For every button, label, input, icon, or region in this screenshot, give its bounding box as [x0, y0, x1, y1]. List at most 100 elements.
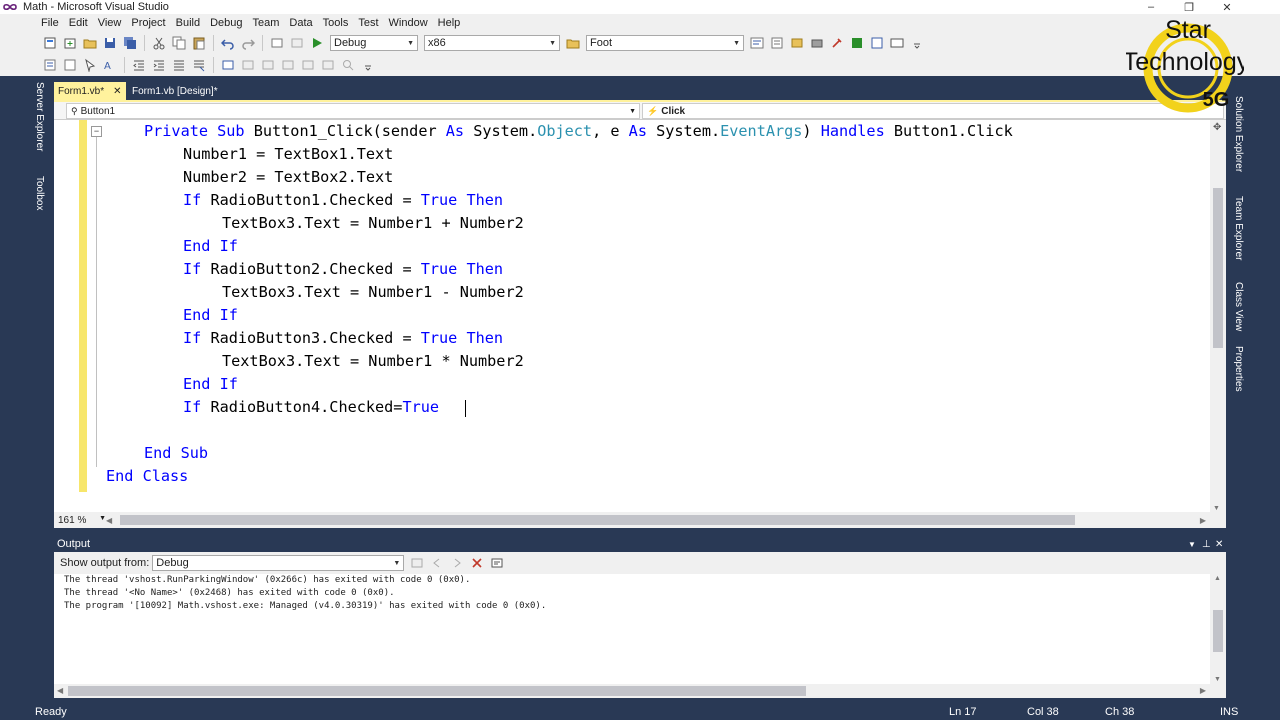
solution-configuration-select[interactable]: Debug ▼	[330, 35, 418, 51]
chevron-down-icon: ▼	[733, 39, 740, 47]
save-all-icon[interactable]	[122, 35, 138, 51]
increase-indent-icon[interactable]	[151, 57, 167, 73]
team-explorer-tab[interactable]: Team Explorer	[1233, 196, 1244, 263]
visual-studio-logo-icon	[3, 2, 19, 12]
code-keyword: True Then	[420, 260, 504, 278]
minimize-button[interactable]: –	[1132, 0, 1170, 14]
display-object-member-list-icon[interactable]	[42, 57, 58, 73]
copy-icon[interactable]	[171, 35, 187, 51]
scroll-left-icon[interactable]: ◀	[57, 686, 63, 695]
menu-file[interactable]: File	[36, 17, 64, 29]
zoom-level-select[interactable]: 161 % ▼	[54, 515, 106, 526]
class-view-tab[interactable]: Class View	[1233, 282, 1244, 334]
class-view-label: Class View	[1233, 282, 1244, 332]
menu-debug[interactable]: Debug	[205, 17, 247, 29]
toolbox-icon[interactable]	[809, 35, 825, 51]
menu-tools[interactable]: Tools	[318, 17, 354, 29]
uncomment-lines-icon[interactable]	[191, 57, 207, 73]
output-text-area[interactable]: The thread 'vshost.RunParkingWindow' (0x…	[54, 574, 1226, 684]
scroll-down-icon[interactable]: ▼	[1214, 676, 1221, 683]
display-quick-info-icon[interactable]	[82, 57, 98, 73]
find-combo[interactable]: Foot ▼	[586, 35, 744, 51]
find-next-icon[interactable]	[340, 57, 356, 73]
output-toolbar: Show output from: Debug ▼	[54, 552, 1226, 574]
complete-word-icon[interactable]: A	[102, 57, 118, 73]
tab-form1-design[interactable]: Form1.vb [Design]*	[128, 82, 226, 100]
next-message-icon[interactable]	[449, 555, 465, 571]
editor-horizontal-scroll-thumb[interactable]	[120, 515, 1075, 525]
pin-icon[interactable]: ⊥	[1202, 539, 1211, 550]
menu-view[interactable]: View	[93, 17, 127, 29]
code-line: End If	[183, 237, 238, 255]
navigate-backward-icon[interactable]	[269, 35, 285, 51]
previous-message-icon[interactable]	[429, 555, 445, 571]
scroll-right-icon[interactable]: ▶	[1200, 516, 1206, 525]
editor-vertical-scroll-thumb[interactable]	[1213, 188, 1223, 348]
menu-build[interactable]: Build	[171, 17, 205, 29]
toolbox-tab[interactable]: Toolbox	[34, 176, 45, 213]
next-bookmark-icon[interactable]	[260, 57, 276, 73]
paste-icon[interactable]	[191, 35, 207, 51]
properties-window-icon[interactable]	[769, 35, 785, 51]
menu-test[interactable]: Test	[353, 17, 383, 29]
scroll-down-icon[interactable]: ▼	[1213, 505, 1220, 512]
add-item-icon[interactable]	[62, 35, 78, 51]
start-debugging-icon[interactable]	[309, 35, 325, 51]
split-handle-icon[interactable]: ✥	[1213, 122, 1221, 133]
code-type: EventArgs	[720, 122, 803, 140]
clear-bookmarks-icon[interactable]	[320, 57, 336, 73]
object-browser-icon[interactable]	[789, 35, 805, 51]
previous-bookmark-in-folder-icon[interactable]	[280, 57, 296, 73]
class-name-select[interactable]: ⚲ Button1 ▼	[66, 103, 640, 119]
start-page-icon[interactable]	[869, 35, 885, 51]
menu-project[interactable]: Project	[126, 17, 170, 29]
close-panel-icon[interactable]: ✕	[1215, 539, 1223, 550]
previous-bookmark-icon[interactable]	[240, 57, 256, 73]
save-icon[interactable]	[102, 35, 118, 51]
cut-icon[interactable]	[151, 35, 167, 51]
redo-icon[interactable]	[240, 35, 256, 51]
menu-help[interactable]: Help	[433, 17, 466, 29]
comment-lines-icon[interactable]	[171, 57, 187, 73]
navigate-forward-icon[interactable]	[289, 35, 305, 51]
server-explorer-tab[interactable]: Server Explorer	[34, 82, 45, 154]
solution-platform-select[interactable]: x86 ▼	[424, 35, 560, 51]
new-project-icon[interactable]	[42, 35, 58, 51]
window-position-icon[interactable]: ▼	[1188, 540, 1196, 549]
tools-icon[interactable]	[829, 35, 845, 51]
display-parameter-info-icon[interactable]	[62, 57, 78, 73]
solution-explorer-icon[interactable]	[749, 35, 765, 51]
visual-studio-window: Math - Microsoft Visual Studio – ❐ ✕ Fil…	[0, 0, 1280, 720]
toggle-bookmark-icon[interactable]	[220, 57, 236, 73]
scroll-up-icon[interactable]: ▲	[1214, 575, 1221, 582]
show-output-from-select[interactable]: Debug ▼	[152, 555, 405, 571]
restore-button[interactable]: ❐	[1170, 0, 1208, 14]
find-in-files-icon[interactable]	[565, 35, 581, 51]
find-message-icon[interactable]	[409, 555, 425, 571]
menu-edit[interactable]: Edit	[64, 17, 93, 29]
show-output-from-value: Debug	[156, 557, 189, 569]
output-vertical-scroll-thumb[interactable]	[1213, 610, 1223, 652]
menu-window[interactable]: Window	[384, 17, 433, 29]
menu-data[interactable]: Data	[284, 17, 317, 29]
next-bookmark-in-folder-icon[interactable]	[300, 57, 316, 73]
properties-tab[interactable]: Properties	[1233, 346, 1244, 395]
command-window-icon[interactable]	[889, 35, 905, 51]
collapse-region-icon[interactable]: −	[91, 126, 102, 137]
scroll-left-icon[interactable]: ◀	[106, 516, 112, 525]
scroll-right-icon[interactable]: ▶	[1200, 686, 1206, 695]
close-window-button[interactable]: ✕	[1208, 0, 1246, 14]
undo-icon[interactable]	[220, 35, 236, 51]
watermark-line3: 5G	[1203, 89, 1230, 111]
toolbar-options-icon[interactable]	[360, 57, 376, 73]
close-tab-icon[interactable]: ✕	[113, 86, 121, 97]
menu-team[interactable]: Team	[248, 17, 285, 29]
open-folder-icon[interactable]	[82, 35, 98, 51]
toggle-word-wrap-icon[interactable]	[489, 555, 505, 571]
extension-manager-icon[interactable]	[849, 35, 865, 51]
clear-all-icon[interactable]	[469, 555, 485, 571]
decrease-indent-icon[interactable]	[131, 57, 147, 73]
toolbar-options-icon[interactable]	[909, 35, 925, 51]
tab-form1-vb[interactable]: Form1.vb* ✕	[54, 82, 126, 100]
output-horizontal-scroll-thumb[interactable]	[68, 686, 806, 696]
